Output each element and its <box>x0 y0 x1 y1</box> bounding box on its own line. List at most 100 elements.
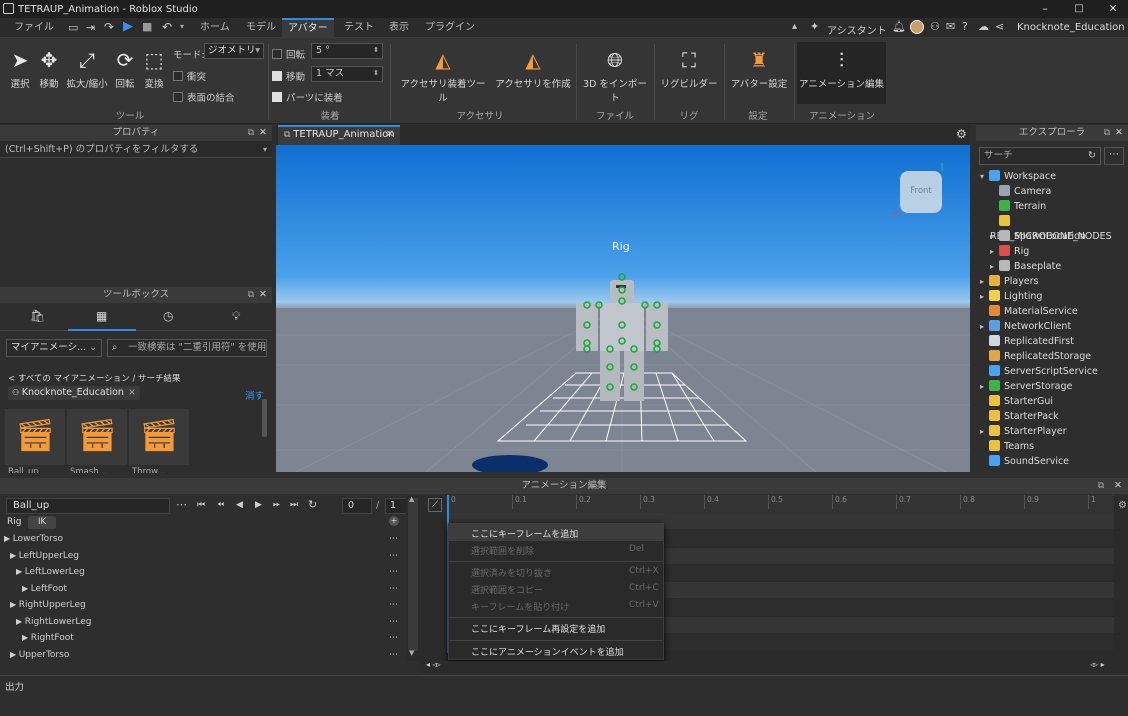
explorer-item[interactable]: ▸ Players <box>980 274 1039 289</box>
overflow-icon[interactable]: ▾ <box>180 22 184 31</box>
popout-icon[interactable]: ⧉ <box>248 125 254 141</box>
undo-icon[interactable]: ↶ <box>162 20 172 34</box>
maximize-button[interactable]: □ <box>1062 0 1096 18</box>
rotate-checkbox[interactable] <box>272 49 282 59</box>
avatar-settings-button[interactable]: ♜ アバター設定 <box>728 48 790 90</box>
popout-icon[interactable]: ⧉ <box>1098 478 1104 494</box>
play-icon[interactable]: ▶ <box>123 19 133 34</box>
explorer-item[interactable]: ▸ StarterPlayer <box>980 424 1067 439</box>
marketplace-tab-icon[interactable]: 🛍︎ <box>30 309 45 323</box>
cloud-icon[interactable]: ☁ <box>978 20 989 33</box>
property-filter-input[interactable]: (Ctrl+Shift+P) のプロパティをフィルタする ▾ <box>0 141 272 158</box>
output-label[interactable]: 出力 <box>5 679 24 693</box>
edit-curve-icon[interactable]: ⟋ <box>428 498 442 512</box>
creations-bulb-icon[interactable]: 💡︎ <box>232 309 240 324</box>
track-row[interactable]: ▶ LeftLowerLeg ⋯ <box>0 564 404 580</box>
chat-icon[interactable]: ✉ <box>946 20 955 33</box>
add-track-icon[interactable]: + <box>389 516 399 526</box>
track-more-icon[interactable]: ⋯ <box>389 630 398 646</box>
explorer-item[interactable]: SoundService <box>980 454 1069 469</box>
explorer-item[interactable]: ▸ Lighting <box>980 289 1042 304</box>
tab-avatar[interactable]: アバター <box>282 18 334 38</box>
timeline-ruler[interactable]: 0 0.1 0.2 0.3 0.4 0.5 0.6 0.7 0.8 0.9 1 <box>448 495 1114 513</box>
join-surfaces-toggle[interactable]: 表面の結合 <box>173 90 235 104</box>
toolbox-item[interactable]: 🎬︎ <box>5 409 65 465</box>
creator-chip[interactable]: ⚇ Knocknote_Education × <box>8 386 140 400</box>
move-snap-toggle[interactable]: 移動 <box>272 69 305 83</box>
explorer-search-input[interactable]: サーチ ↻ <box>979 147 1101 165</box>
collision-toggle[interactable]: 衝突 <box>173 69 206 83</box>
close-icon[interactable]: ✕ <box>259 287 267 303</box>
explorer-item[interactable]: ▸ SpawnLocation <box>990 229 1086 244</box>
move-tool[interactable]: ✥ 移動 <box>36 48 62 90</box>
more-icon[interactable]: ⋯ <box>176 498 187 511</box>
animation-name-field[interactable]: Ball_up <box>6 498 170 514</box>
popout-icon[interactable]: ⧉ <box>1104 125 1110 141</box>
tab-plugins[interactable]: プラグイン <box>419 18 481 38</box>
track-row[interactable]: ▶ RightLowerLeg ⋯ <box>0 614 404 630</box>
popout-icon[interactable]: ⧉ <box>248 287 254 303</box>
stop-icon[interactable]: ■ <box>142 20 152 33</box>
file-menu[interactable]: ファイル <box>8 18 60 38</box>
share-icon[interactable]: ⋖ <box>995 20 1004 33</box>
join-checkbox[interactable] <box>173 92 183 102</box>
explorer-item[interactable]: StarterPack <box>980 409 1059 424</box>
timeline-scrollbar[interactable] <box>408 498 418 651</box>
track-more-icon[interactable]: ⋯ <box>389 548 398 564</box>
tab-model[interactable]: モデル <box>240 18 282 38</box>
explorer-item[interactable]: Camera <box>990 184 1051 199</box>
track-more-icon[interactable]: ⋯ <box>389 531 398 547</box>
mode-dropdown[interactable]: ジオメトリ ▾ <box>204 43 264 59</box>
move-snap-input[interactable]: 1 マス ⬍ <box>311 66 383 82</box>
track-more-icon[interactable]: ⋯ <box>389 597 398 613</box>
explorer-item[interactable]: MaterialService <box>980 304 1078 319</box>
scrollbar[interactable] <box>262 399 267 437</box>
minimize-button[interactable]: – <box>1028 0 1062 18</box>
close-icon[interactable]: ✕ <box>259 125 267 141</box>
track-row[interactable]: ▶ LeftUpperLeg ⋯ <box>0 548 404 564</box>
skip-start-icon[interactable]: ⏮ <box>197 500 205 510</box>
play-icon[interactable]: ▶ <box>255 500 262 510</box>
toolbox-search-input[interactable]: ⌕ 一致検索は "二重引用符" を使用 <box>107 339 267 357</box>
rotate-snap-toggle[interactable]: 回転 <box>272 47 305 61</box>
notification-icon[interactable]: 🔔︎ <box>892 20 906 33</box>
expand-icon[interactable]: ▴ <box>792 21 797 32</box>
toolbox-item[interactable]: 🎬︎ <box>67 409 127 465</box>
scroll-up-icon[interactable]: ▲ <box>409 495 414 503</box>
accessory-fitting-tool-button[interactable]: ◭ アクセサリ装着ツール <box>396 48 490 104</box>
import-icon[interactable]: ⇥ <box>86 21 95 34</box>
breadcrumb[interactable]: < すべての マイアニメーション / サーチ結果 <box>8 372 181 384</box>
expand-arrow-icon[interactable]: ▶ <box>0 617 25 626</box>
loop-icon[interactable]: ↻ <box>308 498 317 511</box>
assistant-button[interactable]: アシスタント <box>827 22 887 37</box>
expand-arrow-icon[interactable]: ▶ <box>0 551 19 560</box>
scroll-left-icon[interactable]: ◂ ◃▹ <box>426 660 441 669</box>
help-icon[interactable]: ? <box>962 20 968 33</box>
explorer-item[interactable]: ▸ NetworkClient <box>980 319 1071 334</box>
skip-end-icon[interactable]: ⏭ <box>290 500 298 510</box>
username[interactable]: Knocknote_Education <box>1017 22 1125 33</box>
expand-arrow-icon[interactable]: ▶ <box>0 534 13 543</box>
explorer-item[interactable]: Teams <box>980 439 1034 454</box>
tab-document[interactable]: ⧉ TETRAUP_Animation ✕ <box>278 125 400 145</box>
rotate-snap-input[interactable]: 5 ° ⬍ <box>311 43 383 59</box>
context-menu-item[interactable]: ここにアニメーションイベントを追加 <box>471 645 624 658</box>
attach-to-parts-toggle[interactable]: パーツに装着 <box>272 90 343 104</box>
explorer-item[interactable]: ReplicatedFirst <box>980 334 1074 349</box>
context-menu-item[interactable]: ここにキーフレーム再設定を追加 <box>471 622 605 635</box>
rig-builder-button[interactable]: ⛶ リグビルダー <box>658 48 720 90</box>
import-3d-button[interactable]: 🌐︎ 3D をインポート <box>579 48 651 104</box>
recent-clock-icon[interactable]: ◷ <box>163 309 173 323</box>
avatar[interactable] <box>910 20 924 34</box>
3d-viewport[interactable]: Rig Front <box>276 145 970 472</box>
track-row[interactable]: ▶ UpperTorso ⋯ <box>0 647 404 663</box>
expand-arrow-icon[interactable]: ▶ <box>0 584 31 593</box>
rotate-tool[interactable]: ⟳ 回転 <box>112 48 138 90</box>
close-button[interactable]: ✕ <box>1096 0 1128 18</box>
scale-tool[interactable]: ⤢ 拡大/縮小 <box>64 48 110 90</box>
scroll-down-icon[interactable]: ▼ <box>409 649 414 657</box>
timeline-area[interactable]: ▲ ▼ ⟋ 0 0.1 0.2 0.3 0.4 0.5 0.6 0.7 0.8 0.9 1 ⚙ ここ… <box>406 495 1128 661</box>
explorer-item[interactable]: ▸ ServerStorage <box>980 379 1072 394</box>
explorer-item[interactable]: Terrain <box>990 199 1046 214</box>
explorer-item[interactable]: StarterGui <box>980 394 1053 409</box>
